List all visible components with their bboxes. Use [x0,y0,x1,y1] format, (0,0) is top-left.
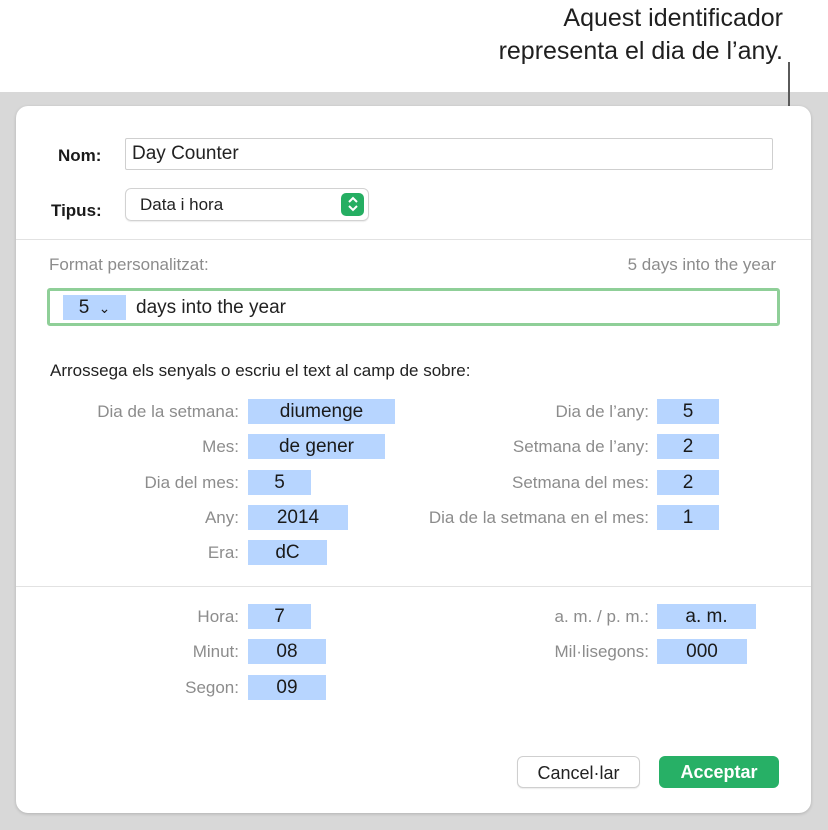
format-token-value: 5 [78,297,90,318]
token-week-of-year[interactable]: 2 [657,434,719,459]
custom-format-field[interactable]: 5 ⌄ days into the year [47,288,780,326]
token-hour[interactable]: 7 [248,604,311,629]
token-minute[interactable]: 08 [248,639,326,664]
token-milliseconds[interactable]: 000 [657,639,747,664]
name-field[interactable]: Day Counter [125,138,773,170]
token-label-milliseconds: Mil·lisegons: [554,642,649,661]
token-label-week-of-month: Setmana del mes: [511,473,649,492]
token-am-pm[interactable]: a. m. [657,604,756,629]
callout-line-2: representa el dia de l’any. [498,37,783,65]
separator-time [16,586,811,587]
token-month[interactable]: de gener [248,434,385,459]
token-label-weekday: Dia de la setmana: [97,402,239,421]
token-label-am-pm: a. m. / p. m.: [554,607,649,626]
token-day-of-year[interactable]: 5 [657,399,719,424]
token-label-day-of-year: Dia de l’any: [555,402,649,421]
callout-line-1: Aquest identificador [563,4,783,32]
select-arrows-icon [341,193,364,216]
type-select-value: Data i hora [140,195,224,214]
custom-format-dialog: Nom: Day Counter Tipus: Data i hora Form… [16,106,811,813]
token-label-day-of-month: Dia del mes: [144,473,239,492]
type-label: Tipus: [51,201,102,220]
format-text: days into the year [136,297,286,318]
token-label-week-of-year: Setmana de l’any: [512,437,649,456]
type-select[interactable]: Data i hora [125,188,369,221]
token-label-era: Era: [207,543,239,562]
name-label: Nom: [58,146,102,165]
separator-top [16,239,811,240]
format-preview: 5 days into the year [627,255,776,274]
token-year[interactable]: 2014 [248,505,348,530]
accept-button[interactable]: Acceptar [659,756,779,788]
token-label-year: Any: [204,508,239,527]
token-weekday-in-month[interactable]: 1 [657,505,719,530]
callout-annotation: Aquest identificador representa el dia d… [499,2,783,68]
custom-format-label: Format personalitzat: [49,255,209,274]
token-label-hour: Hora: [197,607,239,626]
cancel-button[interactable]: Cancel·lar [517,756,640,788]
token-day-of-month[interactable]: 5 [248,470,311,495]
format-token-day-of-year[interactable]: 5 ⌄ [63,295,126,320]
token-weekday[interactable]: diumenge [248,399,395,424]
chevron-down-icon: ⌄ [98,300,111,316]
token-era[interactable]: dC [248,540,327,565]
token-label-second: Segon: [185,678,239,697]
token-label-month: Mes: [202,437,239,456]
token-label-minute: Minut: [192,642,239,661]
drag-instructions: Arrossega els senyals o escriu el text a… [50,361,471,380]
token-week-of-month[interactable]: 2 [657,470,719,495]
token-label-weekday-in-month: Dia de la setmana en el mes: [428,508,649,527]
token-second[interactable]: 09 [248,675,326,700]
